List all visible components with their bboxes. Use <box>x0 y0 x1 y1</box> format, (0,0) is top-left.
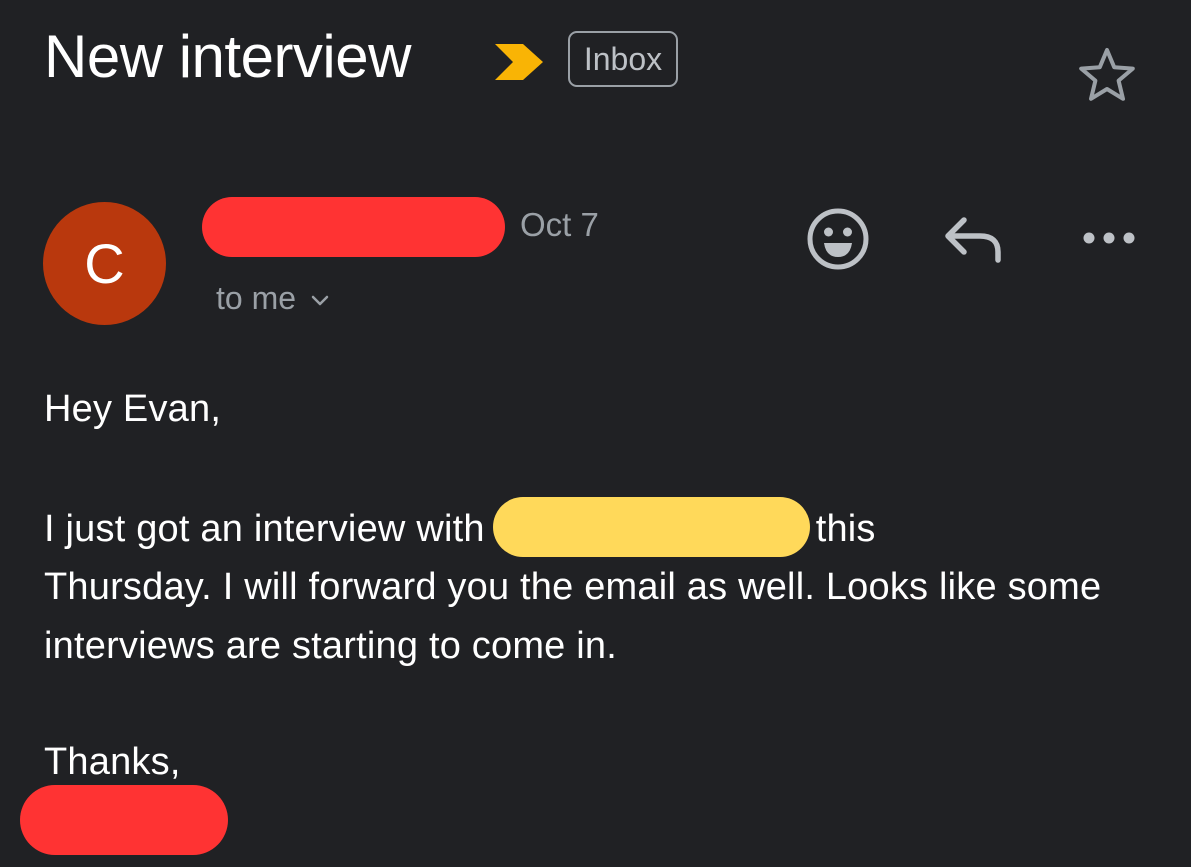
company-name-redaction <box>492 496 810 557</box>
body-text-rest: Thursday. I will forward you the email a… <box>44 566 1102 667</box>
recipients-label: to me <box>216 280 297 316</box>
add-reaction-button[interactable] <box>806 207 870 271</box>
more-horizontal-icon <box>1083 232 1135 244</box>
reply-icon <box>945 217 1001 263</box>
body-text-before-redaction: I just got an interview with <box>44 507 485 550</box>
body-paragraph: I just got an interview with this Thursday… <box>44 496 1144 676</box>
email-subject: New interview <box>44 23 411 90</box>
star-icon[interactable] <box>1076 44 1138 106</box>
importance-marker-icon[interactable] <box>493 42 545 82</box>
body-text-after-redaction: this <box>815 507 876 550</box>
sender-name-redaction <box>202 197 505 257</box>
chevron-down-icon <box>311 295 329 305</box>
smiley-icon <box>807 208 869 270</box>
recipients-toggle[interactable]: to me <box>216 278 329 318</box>
message-date: Oct 7 <box>520 206 599 243</box>
signature-redaction <box>20 785 228 855</box>
inbox-label[interactable]: Inbox <box>568 31 678 87</box>
more-options-button[interactable] <box>1080 222 1138 254</box>
body-closing: Thanks, <box>44 741 181 783</box>
sender-avatar[interactable]: C <box>43 202 166 325</box>
reply-button[interactable] <box>940 212 1006 268</box>
body-greeting: Hey Evan, <box>44 388 222 430</box>
message-body: Hey Evan, I just got an interview with th… <box>44 380 1144 792</box>
email-view: New interview Inbox C Oct 7 to me Hey Ev… <box>0 0 1191 867</box>
